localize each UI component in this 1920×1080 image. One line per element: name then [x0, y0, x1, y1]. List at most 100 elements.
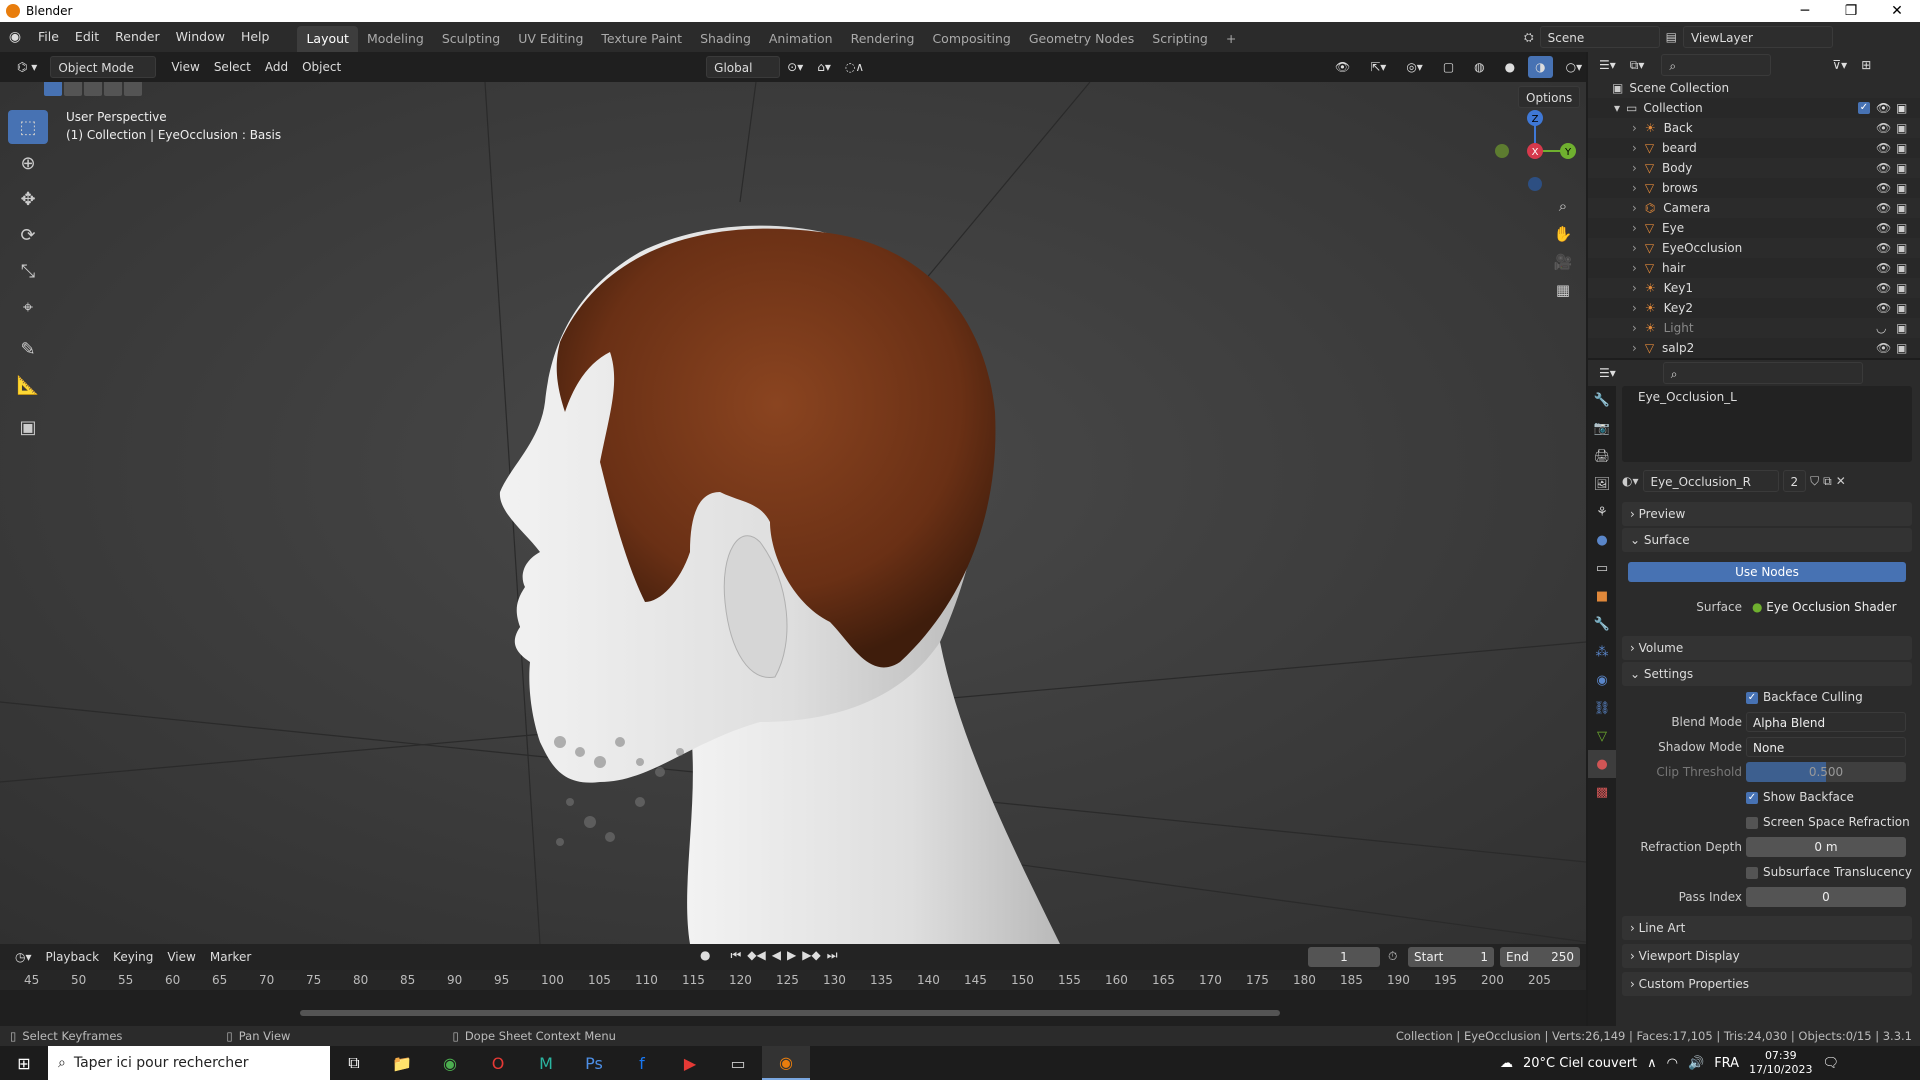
windows-start-icon[interactable]: ⊞ — [0, 1046, 48, 1080]
add-cube-tool-icon[interactable]: ▣ — [8, 410, 48, 444]
material-slot-item[interactable]: Eye_Occlusion_L — [1638, 390, 1737, 404]
visibility-eye-icon[interactable]: 👁 — [1876, 301, 1891, 315]
timeline-scrollbar[interactable] — [300, 1010, 1280, 1016]
menu-add[interactable]: Add — [258, 56, 295, 78]
expand-arrow-icon[interactable]: › — [1632, 121, 1637, 135]
transform-tool-icon[interactable]: ⌖ — [8, 290, 48, 324]
visibility-eye-icon[interactable]: 👁 — [1876, 261, 1891, 275]
facebook-icon[interactable]: f — [618, 1046, 666, 1080]
select-subtract-icon[interactable] — [84, 82, 102, 96]
tab-shading[interactable]: Shading — [691, 26, 760, 52]
outliner-item-salp2[interactable]: › ▽ salp2 👁 ▣ — [1588, 338, 1920, 358]
collection-visibility-icon[interactable]: 👁 — [1876, 101, 1891, 115]
display-mode-icon[interactable]: ⧉▾ — [1623, 54, 1652, 76]
snap-icon[interactable]: ⌂▾ — [810, 56, 838, 78]
wireframe-shading-icon[interactable]: ◍ — [1467, 56, 1491, 78]
taskbar-search-box[interactable]: ⌕ Taper ici pour rechercher — [48, 1046, 330, 1080]
tab-sculpting[interactable]: Sculpting — [433, 26, 509, 52]
play-reverse-icon[interactable]: ◀ — [772, 948, 781, 963]
solid-shading-icon[interactable]: ● — [1498, 56, 1522, 78]
rendered-shading-icon[interactable]: ○▾ — [1559, 56, 1590, 78]
render-camera-icon[interactable]: ▣ — [1896, 281, 1907, 295]
outliner-item-body[interactable]: › ▽ Body 👁 ▣ — [1588, 158, 1920, 178]
collection-tab-icon[interactable]: ▭ — [1588, 554, 1616, 582]
scale-tool-icon[interactable]: ⤡ — [8, 254, 48, 288]
outliner-item-eye[interactable]: › ▽ Eye 👁 ▣ — [1588, 218, 1920, 238]
clock[interactable]: 07:39 17/10/2023 — [1749, 1049, 1812, 1077]
outliner-item-beard[interactable]: › ▽ beard 👁 ▣ — [1588, 138, 1920, 158]
expand-arrow-icon[interactable]: › — [1632, 201, 1637, 215]
outliner-item-key1[interactable]: › ☀ Key1 👁 ▣ — [1588, 278, 1920, 298]
visibility-eye-icon[interactable]: ◡ — [1876, 321, 1886, 335]
pass-index-field[interactable]: 0 — [1746, 887, 1906, 907]
outliner-item-key2[interactable]: › ☀ Key2 👁 ▣ — [1588, 298, 1920, 318]
output-tab-icon[interactable]: 🖨 — [1588, 442, 1616, 470]
expand-arrow-icon[interactable]: › — [1632, 141, 1637, 155]
render-camera-icon[interactable]: ▣ — [1896, 321, 1907, 335]
select-intersect-icon[interactable] — [124, 82, 142, 96]
tab-scripting[interactable]: Scripting — [1143, 26, 1217, 52]
tab-layout[interactable]: Layout — [297, 26, 358, 52]
keying-menu[interactable]: Keying — [106, 946, 160, 968]
current-frame-field[interactable]: 1 — [1308, 947, 1380, 967]
select-invert-icon[interactable] — [104, 82, 122, 96]
menu-help[interactable]: Help — [233, 22, 278, 52]
timeline-view-menu[interactable]: View — [160, 946, 202, 968]
volume-icon[interactable]: 🔊 — [1688, 1056, 1704, 1071]
refraction-depth-field[interactable]: 0 m — [1746, 837, 1906, 857]
view-layer-tab-icon[interactable]: 🖼 — [1588, 470, 1616, 498]
surface-shader-field[interactable]: ● Eye Occlusion Shader — [1746, 597, 1906, 617]
material-name-field[interactable]: Eye_Occlusion_R — [1642, 470, 1779, 492]
select-new-icon[interactable] — [44, 82, 62, 96]
filter-icon[interactable]: ⊽▾ — [1825, 54, 1854, 76]
tab-rendering[interactable]: Rendering — [842, 26, 924, 52]
constraints-tab-icon[interactable]: ⛓ — [1588, 694, 1616, 722]
render-camera-icon[interactable]: ▣ — [1896, 181, 1907, 195]
render-camera-icon[interactable]: ▣ — [1896, 121, 1907, 135]
subsurface-translucency-checkbox[interactable]: Subsurface Translucency — [1746, 865, 1912, 879]
preview-range-icon[interactable]: ⏱ — [1388, 949, 1397, 964]
tab-modeling[interactable]: Modeling — [358, 26, 433, 52]
pan-hand-icon[interactable]: ✋ — [1549, 220, 1577, 248]
surface-panel-header[interactable]: ⌄ Surface — [1622, 528, 1912, 552]
outliner-item-back[interactable]: › ☀ Back 👁 ▣ — [1588, 118, 1920, 138]
visibility-eye-icon[interactable]: 👁 — [1876, 241, 1891, 255]
custom-properties-panel-header[interactable]: › Custom Properties — [1622, 972, 1912, 996]
expand-arrow-icon[interactable]: › — [1632, 261, 1637, 275]
zoom-icon[interactable]: ⌕ — [1549, 192, 1577, 220]
object-tab-icon[interactable]: ■ — [1588, 582, 1616, 610]
camera-view-icon[interactable]: 🎥 — [1549, 248, 1577, 276]
playback-menu[interactable]: Playback — [39, 946, 107, 968]
tab-animation[interactable]: Animation — [760, 26, 842, 52]
show-backface-checkbox[interactable]: ✓ Show Backface — [1746, 790, 1854, 804]
render-tab-icon[interactable]: 📷 — [1588, 414, 1616, 442]
menu-select[interactable]: Select — [207, 56, 258, 78]
weather-text[interactable]: 20°C Ciel couvert — [1523, 1056, 1637, 1071]
network-icon[interactable]: ◠ — [1667, 1056, 1678, 1071]
end-frame-field[interactable]: End 250 — [1500, 947, 1580, 967]
physics-tab-icon[interactable]: ◉ — [1588, 666, 1616, 694]
expand-arrow-icon[interactable]: › — [1632, 301, 1637, 315]
new-collection-icon[interactable]: ⊞ — [1854, 54, 1878, 76]
language-indicator[interactable]: FRA — [1714, 1056, 1739, 1071]
scene-collection-row[interactable]: ▣ Scene Collection — [1588, 78, 1920, 98]
visibility-eye-icon[interactable]: 👁 — [1876, 281, 1891, 295]
add-workspace-button[interactable]: + — [1217, 26, 1245, 52]
duplicate-material-icon[interactable]: ⧉ — [1823, 474, 1832, 489]
file-explorer-icon[interactable]: 📁 — [378, 1046, 426, 1080]
render-camera-icon[interactable]: ▣ — [1896, 241, 1907, 255]
shadow-mode-dropdown[interactable]: None — [1746, 737, 1906, 757]
data-tab-icon[interactable]: ▽ — [1588, 722, 1616, 750]
scene-tab-icon[interactable]: ⚘ — [1588, 498, 1616, 526]
tab-geometry-nodes[interactable]: Geometry Nodes — [1020, 26, 1143, 52]
visibility-eye-icon[interactable]: 👁 — [1876, 341, 1891, 355]
minimize-button[interactable]: ─ — [1782, 0, 1828, 22]
opera-icon[interactable]: O — [474, 1046, 522, 1080]
close-button[interactable]: ✕ — [1874, 0, 1920, 22]
menu-window[interactable]: Window — [168, 22, 233, 52]
pivot-icon[interactable]: ⊙▾ — [780, 56, 810, 78]
render-camera-icon[interactable]: ▣ — [1896, 201, 1907, 215]
menu-file[interactable]: File — [30, 22, 67, 52]
app-window-icon[interactable]: ▭ — [714, 1046, 762, 1080]
prev-keyframe-icon[interactable]: ◆◀ — [747, 948, 765, 963]
